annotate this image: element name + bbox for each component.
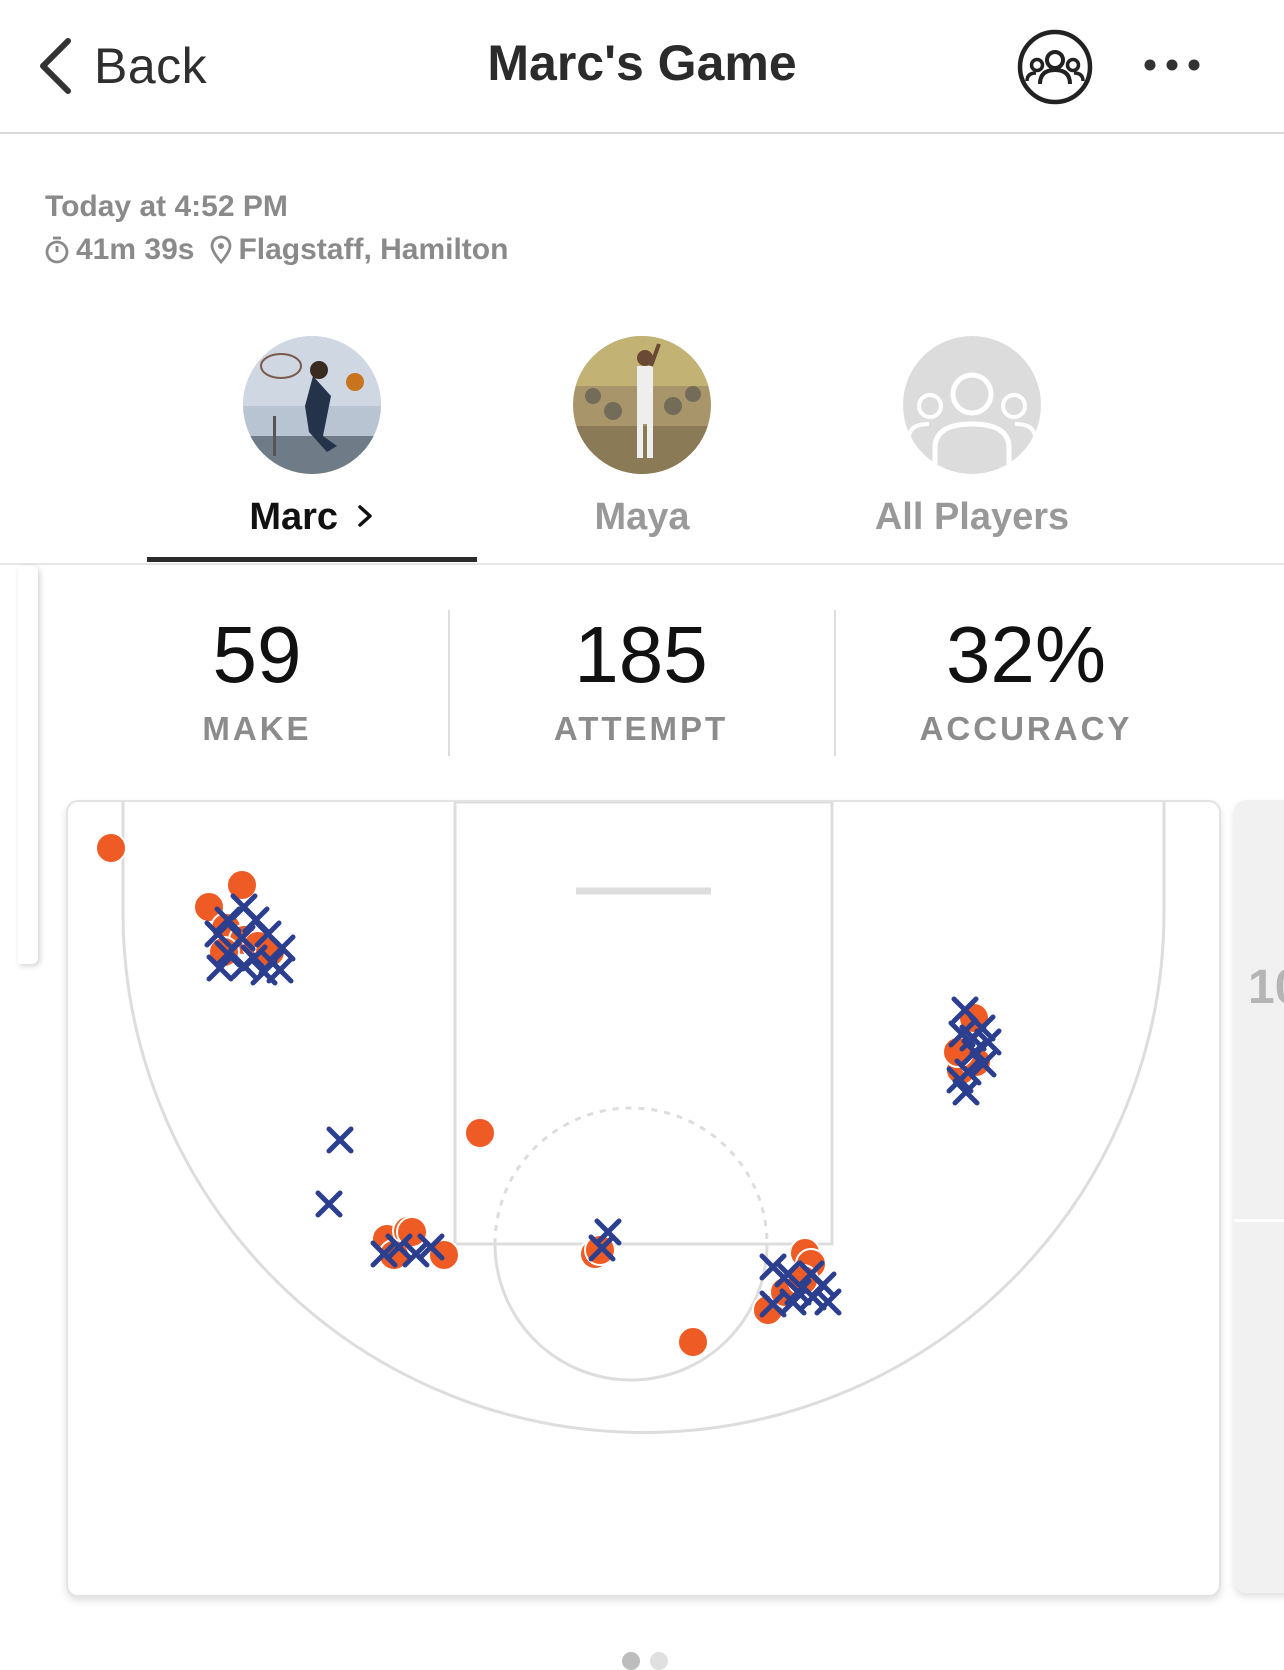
game-date: Today at 4:52 PM xyxy=(45,190,288,223)
top-bar: Back Marc's Game xyxy=(0,0,1284,134)
stopwatch-icon xyxy=(45,236,69,264)
page-dot-1[interactable] xyxy=(622,1652,640,1670)
active-tab-indicator xyxy=(147,557,477,562)
court-lines xyxy=(121,802,1166,1434)
player-name-maya: Maya xyxy=(594,496,690,538)
location-pin-icon xyxy=(211,235,232,265)
location: Flagstaff, Hamilton xyxy=(210,233,508,267)
game-duration: 41m 39s xyxy=(76,233,195,266)
next-card-divider xyxy=(1234,1219,1284,1222)
player-tab-maya[interactable]: Maya xyxy=(477,336,807,539)
made-shot-marker xyxy=(464,1117,496,1149)
stat-divider xyxy=(448,610,450,756)
group-button[interactable] xyxy=(1017,29,1093,105)
avatar-maya xyxy=(573,336,711,474)
player-tab-all-players[interactable]: All Players xyxy=(807,336,1137,539)
stat-accuracy-value: 32% xyxy=(945,610,1107,699)
stat-accuracy: 32% ACCURACY xyxy=(836,610,1216,748)
player-name-marc: Marc xyxy=(147,496,477,539)
stat-make-value: 59 xyxy=(212,610,302,699)
stat-accuracy-label: ACCURACY xyxy=(919,710,1133,747)
stat-attempt-value: 185 xyxy=(574,610,708,699)
shots-layer xyxy=(95,832,1002,1358)
shot-chart-card[interactable] xyxy=(66,800,1221,1597)
more-button[interactable] xyxy=(1140,50,1210,80)
divider xyxy=(0,563,1284,565)
missed-shot-marker xyxy=(326,1126,354,1154)
more-dots-icon xyxy=(1144,59,1200,71)
made-shot-marker xyxy=(677,1326,709,1358)
all-players-icon xyxy=(903,336,1041,474)
stat-attempt-label: ATTEMPT xyxy=(553,710,729,747)
page-dot-2[interactable] xyxy=(650,1652,668,1670)
missed-shot-marker xyxy=(315,1190,343,1218)
stat-make-label: MAKE xyxy=(202,710,312,747)
game-location: Flagstaff, Hamilton xyxy=(238,233,509,266)
group-icon xyxy=(1017,29,1093,105)
next-card-edge[interactable]: 10 xyxy=(1234,800,1284,1593)
avatar-marc xyxy=(243,336,381,474)
stat-make: 59 MAKE xyxy=(67,610,447,748)
page-indicator xyxy=(622,1652,668,1670)
player-tab-marc[interactable]: Marc xyxy=(147,336,477,539)
chevron-right-icon xyxy=(357,505,372,527)
game-meta-row: 41m 39s Flagstaff, Hamilton xyxy=(44,233,508,267)
next-card-label: 10 xyxy=(1248,961,1284,1014)
previous-card-edge[interactable] xyxy=(18,566,38,964)
missed-shot-marker xyxy=(230,952,258,980)
stat-attempt: 185 ATTEMPT xyxy=(451,610,831,748)
made-shot-marker xyxy=(95,832,127,864)
player-name-all-players: All Players xyxy=(874,496,1070,538)
shot-chart[interactable] xyxy=(68,802,1219,1595)
